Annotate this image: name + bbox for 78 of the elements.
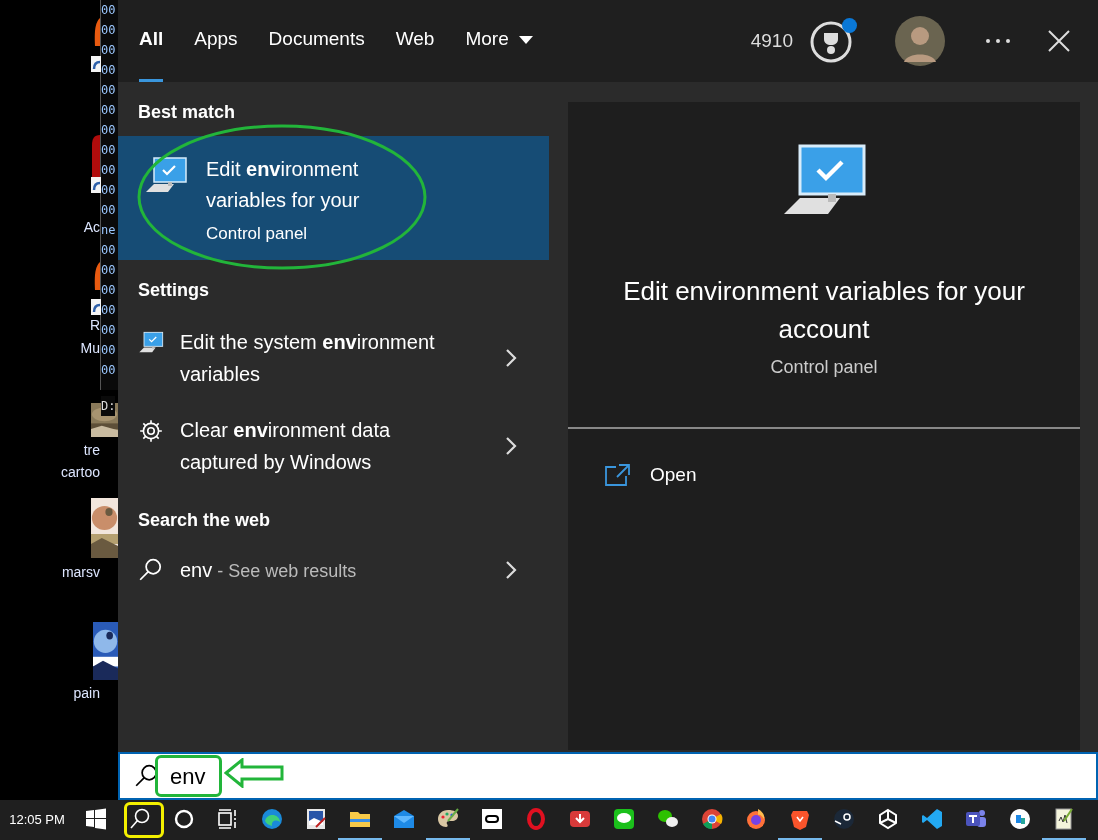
preview-subtitle: Control panel: [770, 356, 878, 379]
console-text: 00: [101, 122, 117, 139]
section-heading: Best match: [137, 101, 237, 124]
console-text: ne: [101, 222, 117, 239]
fox-icon: [744, 807, 768, 831]
chat-bubble-icon: [612, 807, 636, 831]
notepad-icon: [1052, 807, 1076, 831]
chevron-right-icon: [505, 436, 517, 456]
filter-tab[interactable]: Documents: [268, 0, 365, 82]
preview-title: Edit environment variables for your account: [622, 275, 1026, 346]
console-text: 00: [101, 342, 117, 359]
console-text: 00: [101, 182, 117, 199]
ball-icon: [700, 807, 724, 831]
desktop-icon-label: Mu: [80, 339, 100, 357]
console-text: 00: [101, 22, 117, 39]
highlight-frame: [124, 802, 164, 838]
chevron-right-icon: [505, 348, 517, 368]
result-title: env - See web results: [180, 558, 358, 583]
more-options-icon[interactable]: [985, 38, 1011, 44]
code-ribbon-icon: [920, 807, 944, 831]
desktop-icon-label: pain: [73, 684, 100, 702]
photo-icon: [304, 807, 328, 831]
search-icon: [138, 557, 164, 583]
desktop-icon-label: marsv: [61, 563, 100, 581]
console-text: 00: [101, 162, 117, 179]
result-title: Edit environment variables for your: [206, 157, 361, 213]
app-icon: [92, 135, 100, 177]
app-icon: [94, 18, 100, 46]
swirl-icon: [260, 807, 284, 831]
result-title: Clear environment data captured by Windows: [180, 418, 392, 475]
console-text: 00: [101, 2, 117, 19]
settings-icon: [138, 418, 164, 444]
arrow-annotation: [224, 758, 284, 788]
console-text: 00: [101, 82, 117, 99]
console-text: 00: [101, 262, 117, 279]
open-window-icon: [604, 464, 630, 487]
best-match-item[interactable]: Edit environment variables for your Control panel: [118, 136, 549, 260]
desktop-icon-label: tre: [83, 441, 100, 459]
console-text: 00: [101, 42, 117, 59]
clock[interactable]: 12:05 PM: [0, 800, 74, 840]
goggles-icon: [480, 807, 504, 831]
search-text: env: [170, 762, 206, 791]
filter-tab[interactable]: Web: [395, 0, 435, 82]
desktop-icon-label: R: [89, 316, 100, 334]
result-subtitle: Control panel: [206, 223, 309, 245]
desktop-icon-label: cartoo: [61, 463, 100, 481]
console-text: 00: [101, 302, 117, 319]
console-text: 00: [101, 62, 117, 79]
search-field[interactable]: env: [118, 752, 1098, 800]
console-text: 00: [101, 142, 117, 159]
section-heading: Settings: [137, 279, 210, 302]
envelope-icon: [392, 807, 416, 831]
section-heading: Search the web: [137, 509, 272, 532]
chevron-right-icon: [505, 560, 517, 580]
caret-down-icon: [518, 35, 533, 44]
filter-tab[interactable]: Apps: [194, 0, 238, 82]
result-title: Edit the system environment variables: [180, 330, 436, 387]
points-count: 4910: [750, 28, 793, 53]
cube-icon: [876, 807, 900, 831]
app-icon: [94, 262, 100, 290]
search-icon: [128, 807, 152, 831]
console-text: 00: [101, 322, 117, 339]
console-text: 00: [101, 202, 117, 219]
close-icon[interactable]: [1048, 30, 1070, 52]
console-text: D:: [101, 396, 116, 416]
windows-logo-icon: [84, 807, 108, 831]
console-text: 00: [101, 282, 117, 299]
console-text: 00: [101, 362, 117, 379]
console-text: 00: [101, 102, 117, 119]
circle-icon: [172, 807, 196, 831]
circle-badge-icon: [1008, 807, 1032, 831]
avatar[interactable]: [895, 16, 945, 66]
console-text: 00: [101, 242, 117, 259]
filter-tab[interactable]: More: [465, 0, 533, 82]
desktop-icon-label: Ac: [83, 218, 100, 236]
ring-icon: [524, 807, 548, 831]
highlight-frame: [155, 755, 222, 797]
open-action[interactable]: Open: [604, 461, 1080, 490]
